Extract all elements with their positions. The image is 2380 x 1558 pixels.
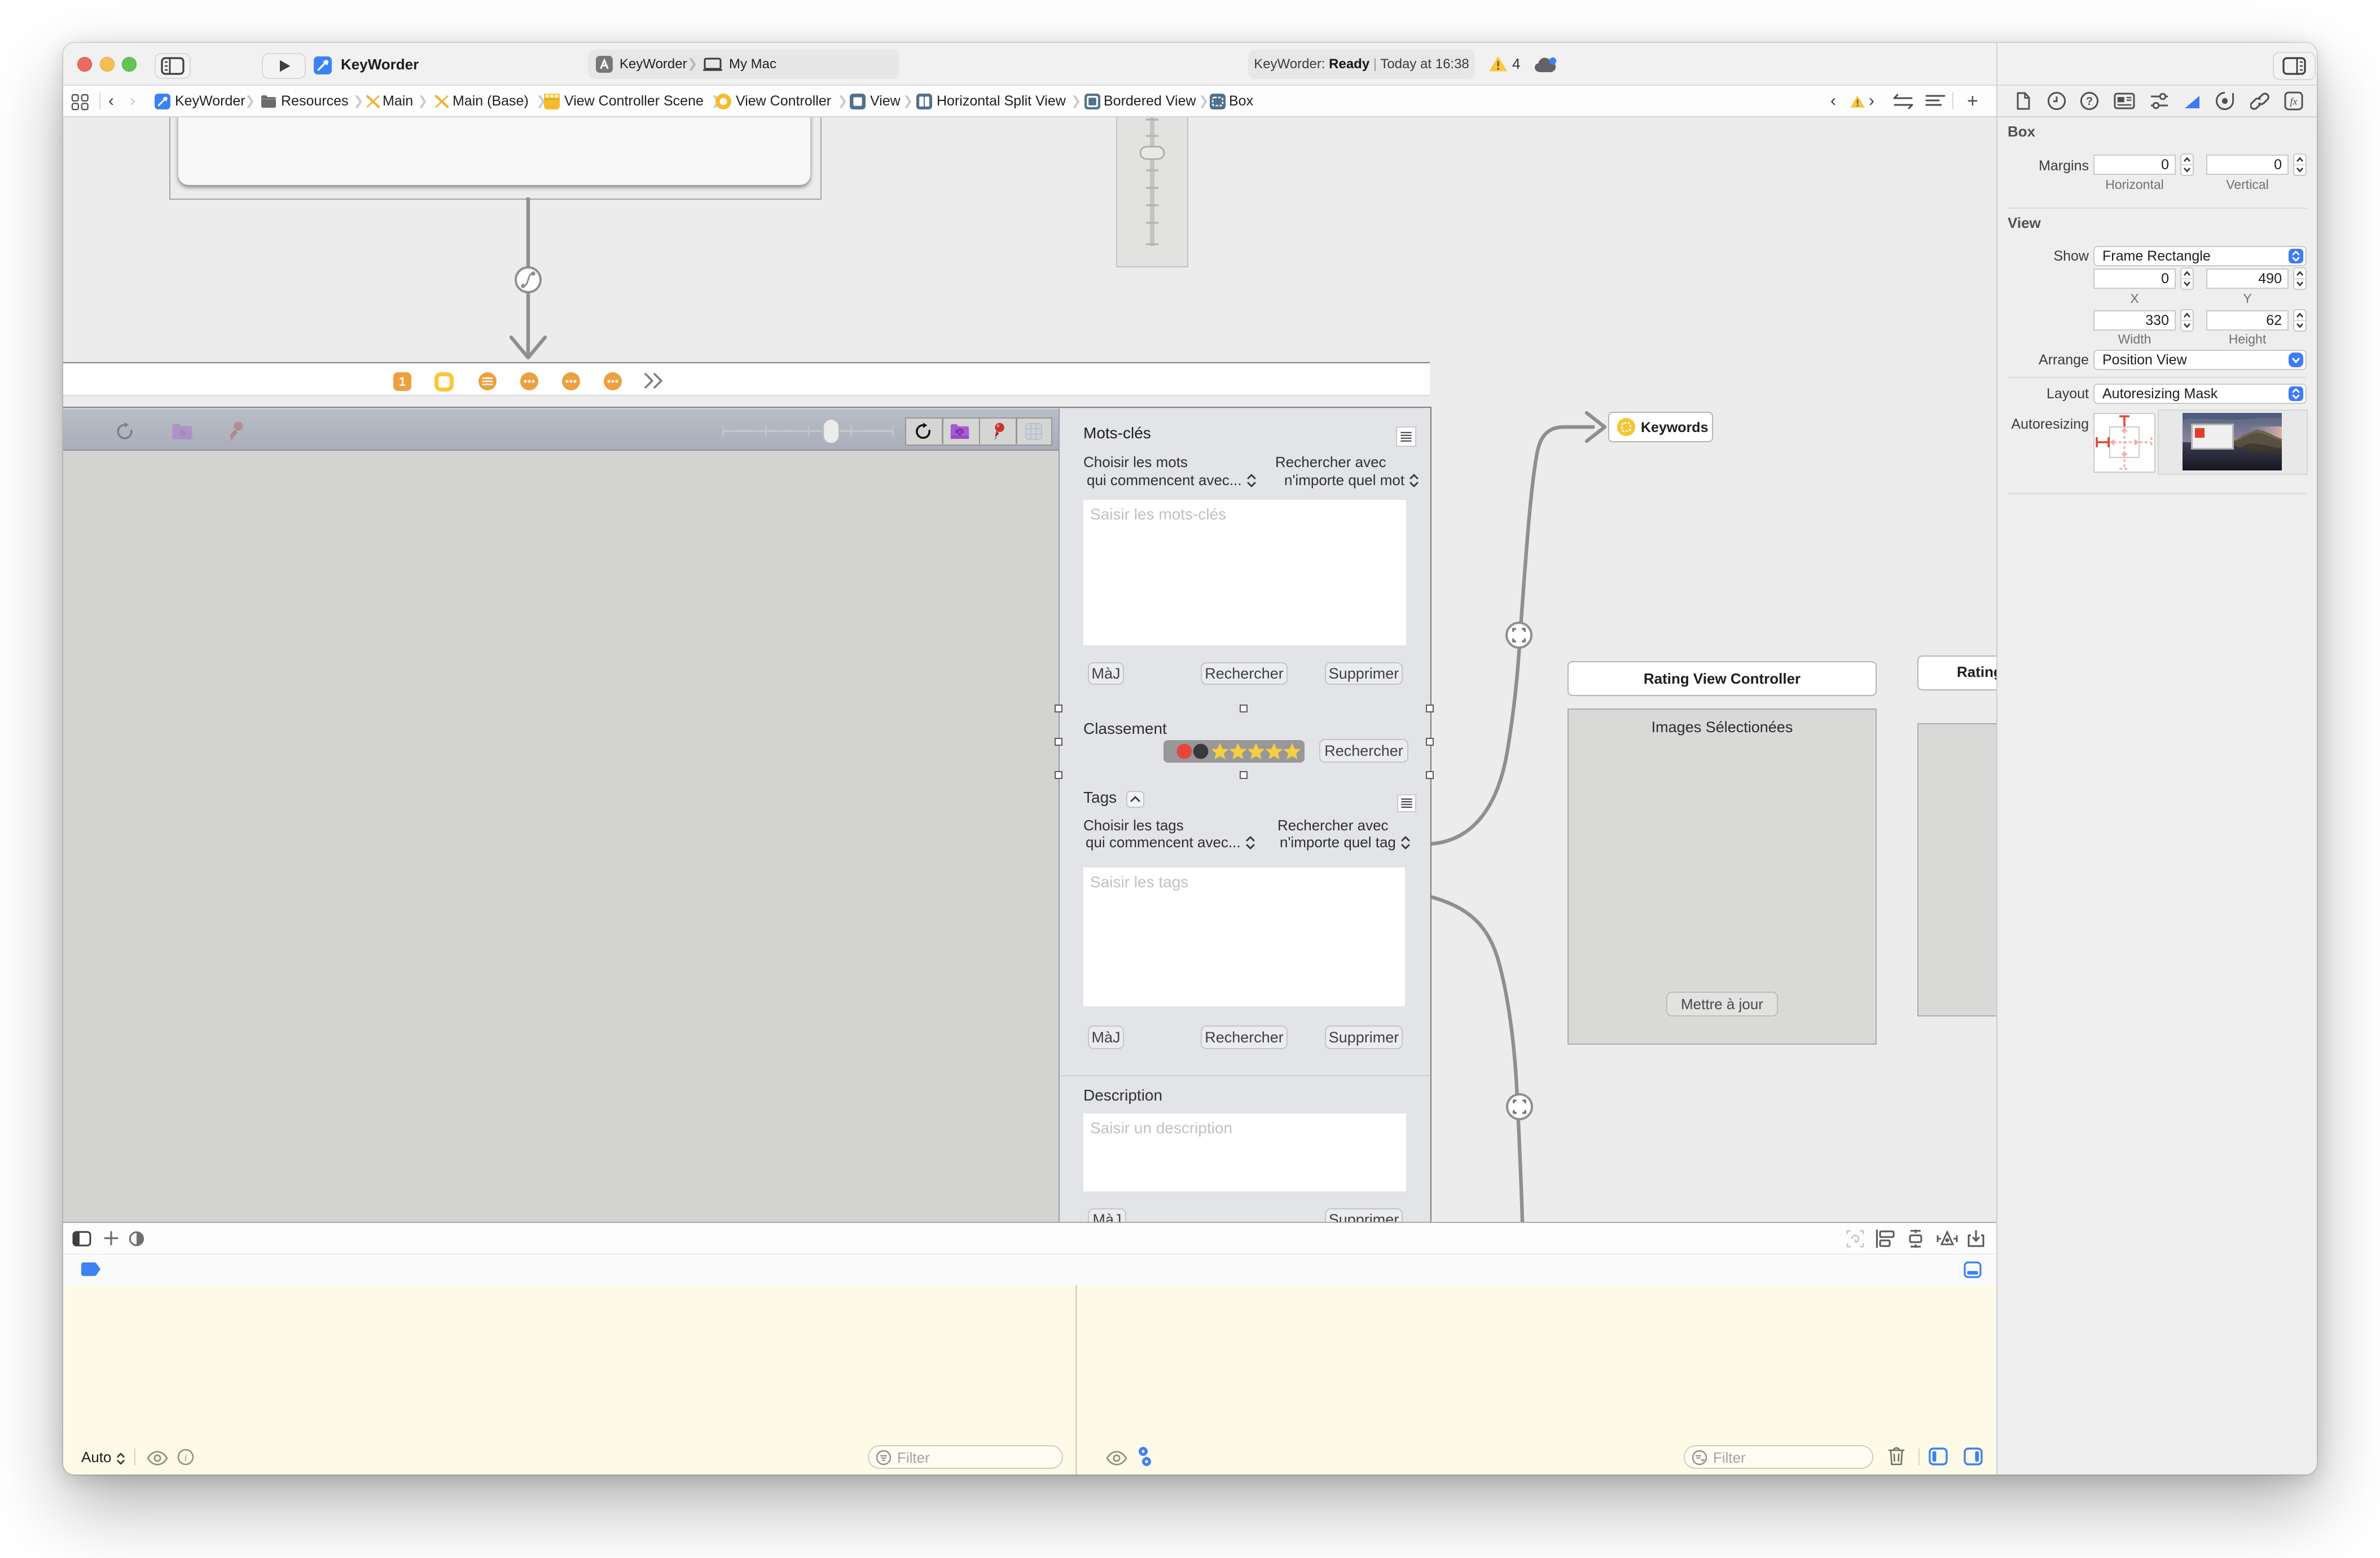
svg-text:fx: fx <box>2290 96 2298 107</box>
svg-text:?: ? <box>2086 95 2093 108</box>
svg-text:i: i <box>184 1452 187 1463</box>
